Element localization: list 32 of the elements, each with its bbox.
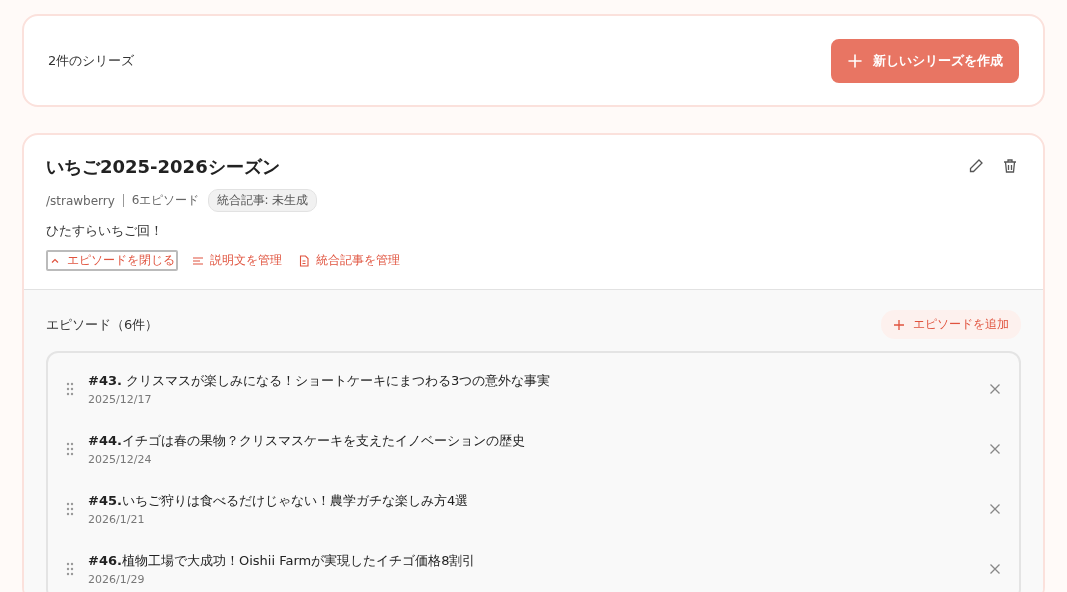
plus-icon <box>893 318 905 331</box>
document-icon <box>298 254 310 267</box>
episode-title: #45.いちご狩りは食べるだけじゃない！農学ガチな楽しみ方4選 <box>88 492 470 510</box>
manage-description-button[interactable]: 説明文を管理 <box>190 250 284 271</box>
drag-handle-icon[interactable] <box>66 562 74 576</box>
manage-article-button[interactable]: 統合記事を管理 <box>296 250 402 271</box>
close-icon[interactable] <box>989 563 1001 575</box>
close-icon[interactable] <box>989 503 1001 515</box>
series-description: ひたすらいちご回！ <box>46 222 164 240</box>
plus-icon <box>847 52 863 69</box>
text-lines-icon <box>192 254 204 267</box>
episode-date: 2025/12/17 <box>88 393 153 406</box>
close-icon[interactable] <box>989 383 1001 395</box>
episode-title: #44.イチゴは春の果物？クリスマスケーキを支えたイノベーションの歴史 <box>88 432 526 450</box>
episode-date: 2026/1/29 <box>88 573 146 586</box>
drag-handle-icon[interactable] <box>66 442 74 456</box>
episode-date: 2025/12/24 <box>88 453 153 466</box>
episode-title: #46.植物工場で大成功！Oishii Farmが実現したイチゴ価格8割引 <box>88 552 477 570</box>
create-series-button[interactable]: 新しいシリーズを作成 <box>831 38 1019 83</box>
series-count: 2件のシリーズ <box>48 51 135 70</box>
episode-title: #43. クリスマスが楽しみになる！ショートケーキにまつわる3つの意外な事実 <box>88 372 552 390</box>
episode-date: 2026/1/21 <box>88 513 146 526</box>
close-icon[interactable] <box>989 443 1001 455</box>
add-episode-button[interactable]: エピソードを追加 <box>881 310 1021 339</box>
status-badge: 統合記事: 未生成 <box>207 189 318 212</box>
toggle-episodes-button[interactable]: エピソードを閉じる <box>46 250 178 271</box>
series-title: いちご2025-2026シーズン <box>46 155 281 179</box>
series-slug: /strawberry <box>46 193 115 208</box>
drag-handle-icon[interactable] <box>66 502 74 516</box>
drag-handle-icon[interactable] <box>66 382 74 396</box>
episode-count: 6エピソード <box>131 192 200 209</box>
episodes-heading: エピソード（6件） <box>46 315 159 334</box>
